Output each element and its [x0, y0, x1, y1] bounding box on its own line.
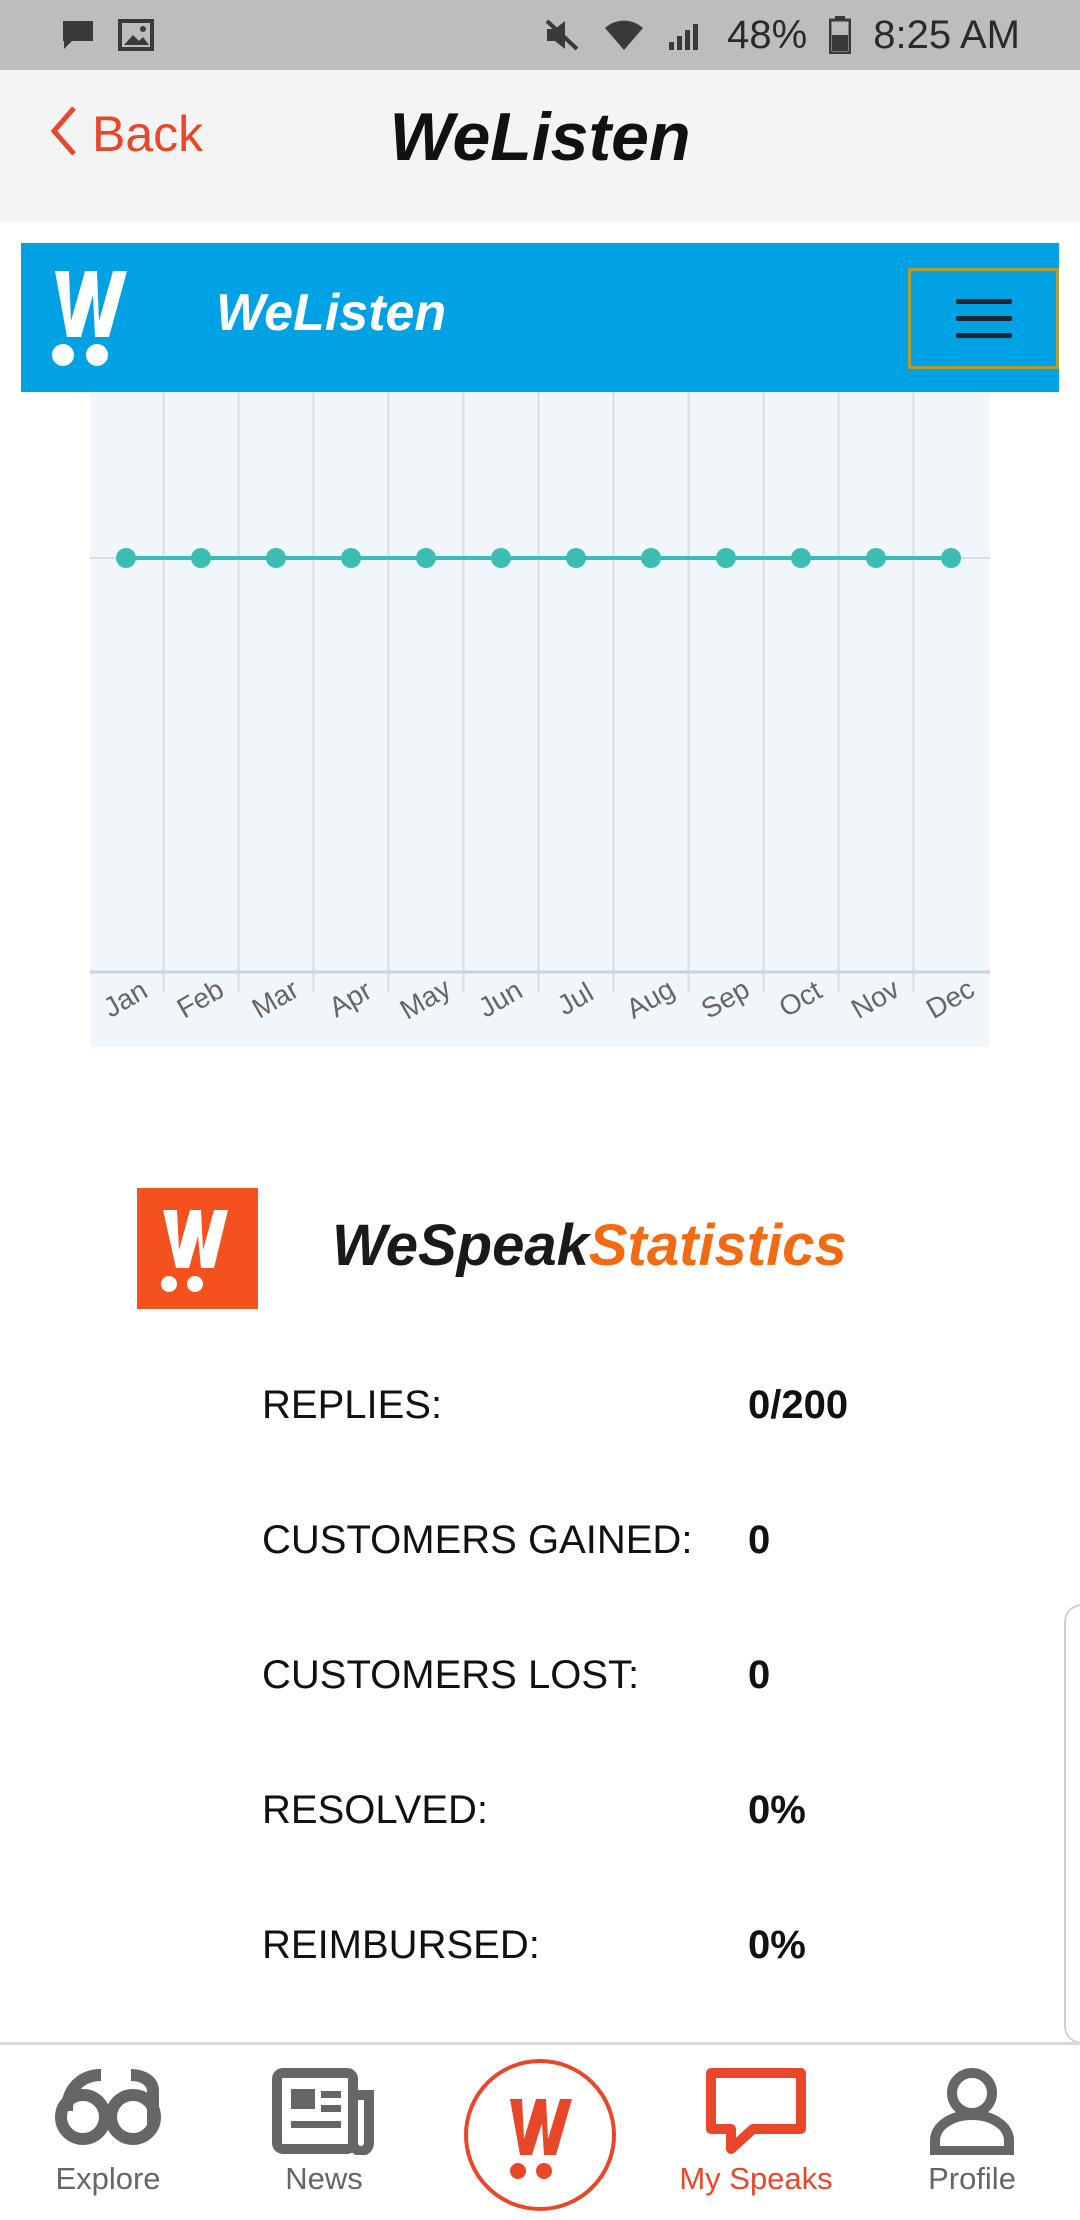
chart-tick-label-feb: Feb — [172, 973, 229, 1024]
stats-title-accent: Statistics — [588, 1213, 847, 1278]
stat-value: 0% — [748, 1923, 806, 1967]
wifi-icon — [603, 18, 645, 52]
stat-row-replies: REPLIES: 0/200 — [262, 1383, 962, 1443]
nav-explore[interactable]: Explore — [8, 2065, 208, 2197]
wespeak-logo-icon — [137, 1188, 258, 1309]
chart-tick-label-aug: Aug — [621, 973, 680, 1025]
bottom-nav: Explore News My Speaks Profile — [0, 2042, 1080, 2220]
hamburger-line — [955, 333, 1012, 338]
stat-value: 0/200 — [748, 1383, 849, 1427]
image-icon — [118, 19, 154, 51]
nav-profile[interactable]: Profile — [872, 2065, 1072, 2197]
battery-percent: 48% — [727, 12, 808, 57]
chart-point-may — [416, 548, 436, 568]
stat-label: CUSTOMERS LOST: — [262, 1653, 640, 1697]
hamburger-menu-button[interactable] — [908, 268, 1059, 369]
chart-tick-label-apr: Apr — [324, 974, 377, 1023]
app-header: Back WeListen — [0, 70, 1080, 222]
wespeak-logo-icon — [510, 2099, 572, 2179]
stats-title: WeSpeakStatistics — [332, 1212, 847, 1279]
monthly-chart: Jan Feb Mar Apr May Jun Jul Aug Sep Oct Nov Dec — [90, 392, 990, 1047]
chart-point-jul — [566, 548, 586, 568]
stat-label: REPLIES: — [262, 1383, 443, 1427]
chart-point-sep — [716, 548, 736, 568]
hamburger-line — [955, 316, 1012, 321]
chart-point-dec — [941, 548, 961, 568]
chart-point-apr — [341, 548, 361, 568]
status-bar: 48% 8:25 AM — [0, 0, 1080, 70]
stat-row-customers-lost: CUSTOMERS LOST: 0 — [262, 1653, 962, 1713]
battery-icon — [829, 16, 852, 54]
chart-point-nov — [866, 548, 886, 568]
side-panel-handle[interactable] — [1064, 1604, 1080, 2044]
news-icon — [272, 2068, 374, 2155]
center-speak-button[interactable] — [464, 2059, 616, 2211]
chart-point-feb — [191, 548, 211, 568]
chart-tick-label-jun: Jun — [473, 974, 528, 1023]
stat-value: 0 — [748, 1518, 771, 1562]
nav-my-speaks[interactable]: My Speaks — [656, 2065, 856, 2197]
stats-title-main: WeSpeak — [332, 1213, 589, 1278]
nav-news[interactable]: News — [224, 2065, 424, 2197]
clock: 8:25 AM — [873, 12, 1020, 57]
chart-point-jun — [491, 548, 511, 568]
stat-row-reimbursed: REIMBURSED: 0% — [262, 1923, 962, 1983]
banner-title: WeListen — [216, 284, 447, 342]
signal-icon — [667, 18, 705, 52]
chart-tick-label-sep: Sep — [696, 973, 755, 1025]
chart-point-jan — [116, 548, 136, 568]
mute-icon — [543, 17, 581, 53]
chart-tick-label-jan: Jan — [98, 974, 153, 1023]
stat-value: 0% — [748, 1788, 806, 1832]
nav-label: Profile — [928, 2161, 1016, 2196]
stat-row-resolved: RESOLVED: 0% — [262, 1788, 962, 1848]
nav-label: News — [285, 2161, 363, 2196]
chart-tick-label-may: May — [395, 972, 456, 1025]
chart-point-oct — [791, 548, 811, 568]
chart-point-mar — [266, 548, 286, 568]
stat-value: 0 — [748, 1653, 771, 1697]
speech-bubble-icon — [706, 2068, 806, 2154]
explore-icon — [55, 2069, 161, 2145]
page-title: WeListen — [389, 99, 691, 175]
profile-icon — [930, 2068, 1014, 2155]
chart-tick-label-nov: Nov — [846, 973, 905, 1025]
stat-label: REIMBURSED: — [262, 1923, 540, 1967]
chart-tick-label-jul: Jul — [552, 976, 599, 1021]
stat-row-customers-gained: CUSTOMERS GAINED: 0 — [262, 1518, 962, 1578]
nav-label: My Speaks — [679, 2161, 833, 2196]
site-banner: WeListen — [21, 243, 1059, 392]
chart-tick-label-dec: Dec — [921, 973, 980, 1025]
chart-svg: Jan Feb Mar Apr May Jun Jul Aug Sep Oct Nov Dec — [90, 392, 990, 1025]
stat-label: CUSTOMERS GAINED: — [262, 1518, 693, 1562]
chart-tick-label-oct: Oct — [774, 974, 827, 1023]
stat-label: RESOLVED: — [262, 1788, 488, 1832]
nav-label: Explore — [55, 2161, 161, 2196]
welisten-logo-icon[interactable] — [47, 265, 147, 374]
chart-point-aug — [641, 548, 661, 568]
hamburger-line — [955, 299, 1012, 304]
message-icon — [60, 18, 96, 52]
chart-tick-label-mar: Mar — [247, 973, 304, 1024]
